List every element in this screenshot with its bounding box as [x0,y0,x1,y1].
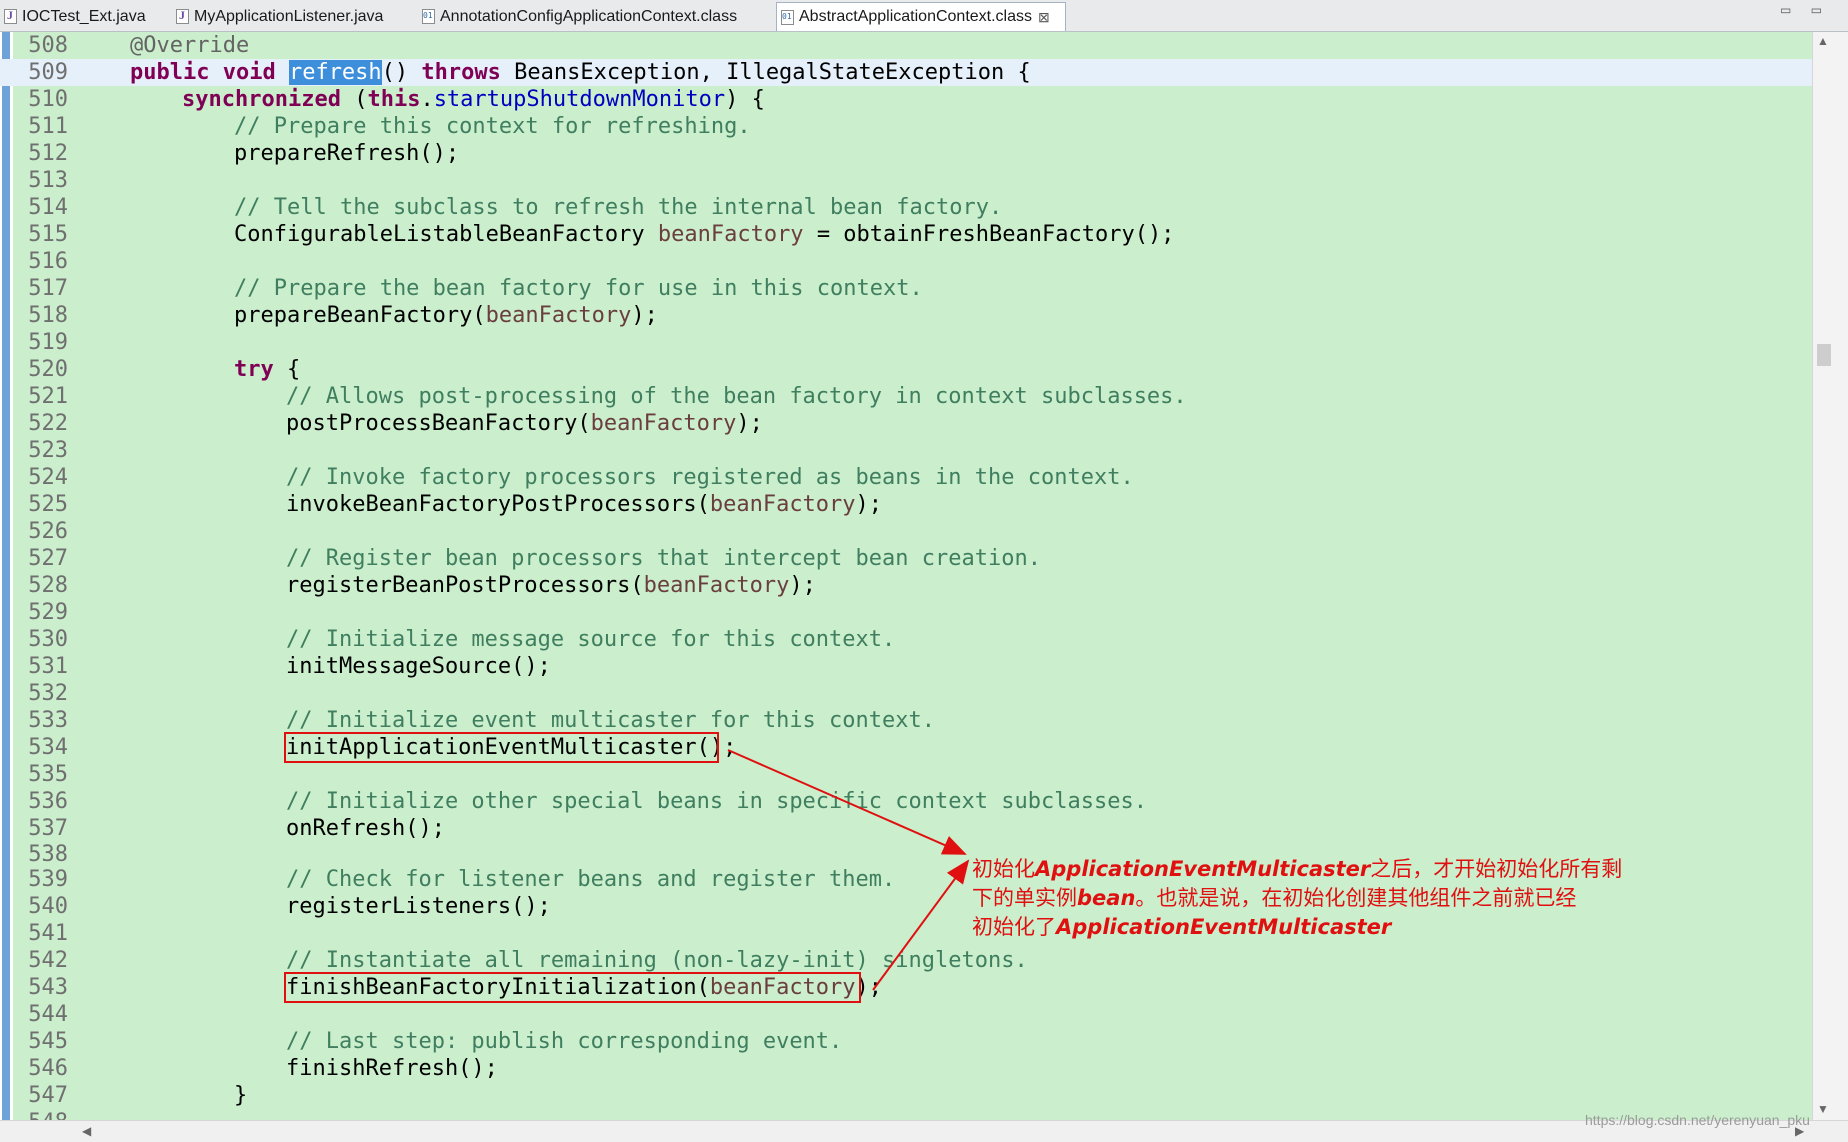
annotation-note: 初始化ApplicationEventMulticaster之后，才开始初始化所… [972,855,1672,942]
watermark: https://blog.csdn.net/yerenyuan_pku [1585,1112,1810,1128]
scrollbar-thumb[interactable] [1817,344,1831,366]
note-text: 。也就是说，在初始化创建其他组件之前就已经 [1135,886,1577,910]
arrow-from-init-multicaster [727,749,967,855]
tab-label: MyApplicationListener.java [194,7,384,25]
code-editor[interactable]: 508 @Override 509 public void refresh() th… [0,32,1812,1120]
note-text: 之后，才开始初始化所有剩 [1370,857,1623,881]
horizontal-scrollbar[interactable]: ◀ ▶ [0,1120,1848,1142]
tab-abstract-application-context[interactable]: AbstractApplicationContext.class ⊠ [776,2,1066,31]
class-file-icon [422,9,435,24]
java-file-icon [4,8,17,24]
annotation-arrows [727,749,970,991]
note-term: bean [1077,886,1136,910]
minimize-maximize-controls[interactable]: ▭ ▭ [1780,3,1830,17]
note-text: 下的单实例 [972,886,1077,910]
tab-annotation-config-application-context[interactable]: AnnotationConfigApplicationContext.class [418,3,768,30]
tab-my-application-listener[interactable]: MyApplicationListener.java [172,3,402,30]
note-text: 初始化 [972,857,1035,881]
tab-label: IOCTest_Ext.java [22,7,146,25]
class-file-icon [781,9,794,25]
scroll-down-icon[interactable]: ▼ [1817,1102,1829,1116]
scroll-up-icon[interactable]: ▲ [1817,34,1829,48]
java-file-icon [176,8,189,24]
note-text: 初始化了 [972,915,1056,939]
note-class-name: ApplicationEventMulticaster [1056,915,1392,939]
arrow-from-finish-init [872,859,970,991]
editor-tab-bar: IOCTest_Ext.java MyApplicationListener.j… [0,0,1848,32]
note-class-name: ApplicationEventMulticaster [1035,857,1371,881]
tab-ioctest-ext[interactable]: IOCTest_Ext.java [0,3,146,30]
tab-label: AbstractApplicationContext.class [799,8,1032,25]
vertical-scrollbar[interactable]: ▲ ▼ [1812,32,1848,1120]
scroll-left-icon[interactable]: ◀ [82,1124,91,1138]
close-tab-icon[interactable]: ⊠ [1038,9,1050,26]
tab-label: AnnotationConfigApplicationContext.class [440,7,738,25]
